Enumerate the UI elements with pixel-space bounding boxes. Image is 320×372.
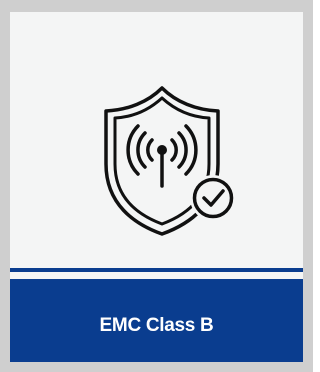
emc-class-b-card[interactable]: EMC Class B — [0, 0, 313, 372]
card-panel: EMC Class B — [10, 12, 303, 362]
shield-signal-check-icon — [104, 86, 236, 236]
check-badge-circle — [192, 177, 234, 219]
signal-antenna-icon — [126, 124, 198, 188]
accent-divider — [10, 268, 303, 272]
card-label: EMC Class B — [99, 314, 214, 336]
card-footer: EMC Class B — [10, 279, 303, 362]
icon-area — [10, 12, 303, 266]
